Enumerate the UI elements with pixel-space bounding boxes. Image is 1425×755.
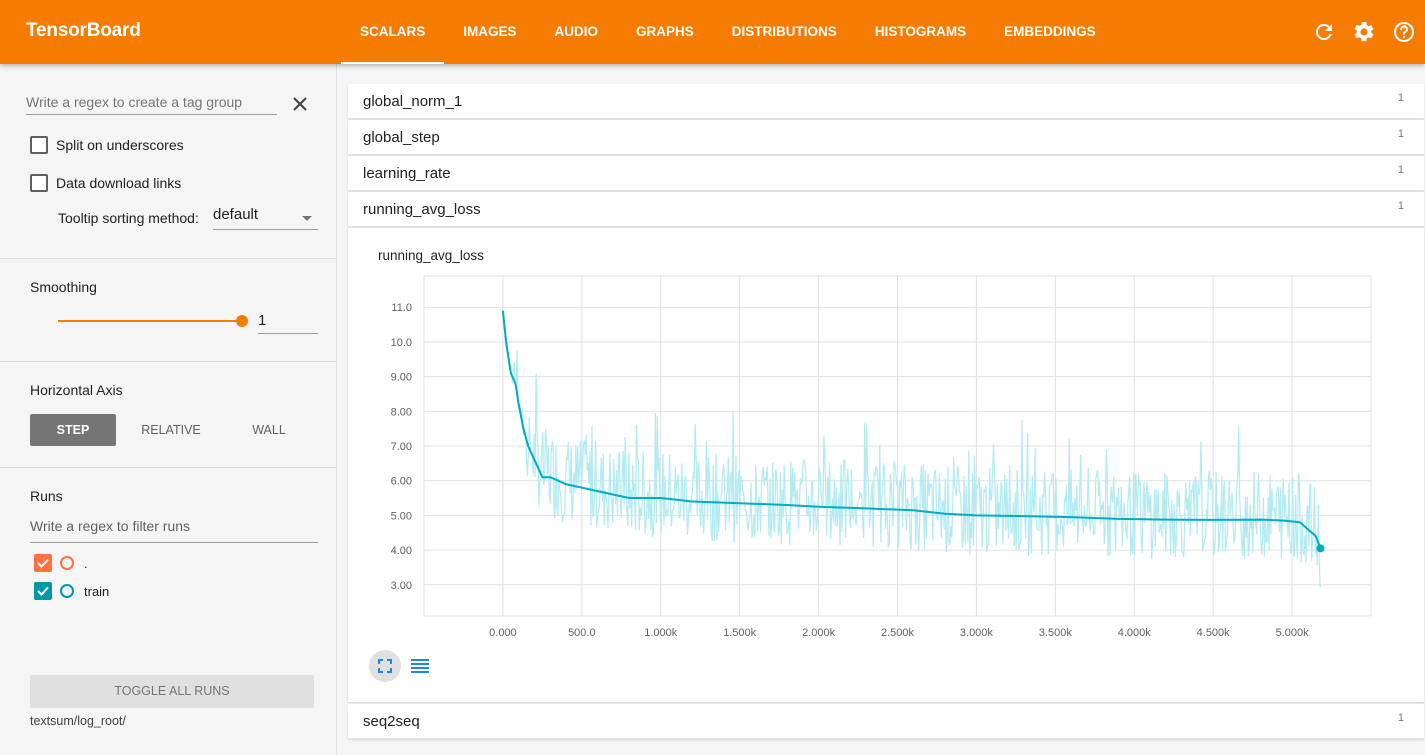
data-download-label: Data download links [56,175,182,191]
help-icon[interactable] [1392,20,1416,44]
x-tick-label: 2.500k [881,627,915,639]
refresh-icon[interactable] [1312,20,1336,44]
x-tick-label: 0.000 [489,627,517,639]
tag-group-name: seq2seq [363,713,420,730]
run-name: . [84,555,88,571]
data-download-row[interactable]: Data download links [30,174,181,192]
dropdown-caret-icon [302,216,312,221]
tag-group-learning-rate[interactable]: learning_rate 1 [348,156,1424,191]
run-color-icon [60,556,74,570]
run-checkbox[interactable] [34,582,52,600]
tag-group-running-avg-loss[interactable]: running_avg_loss 1 [348,192,1424,227]
run-item[interactable]: . [34,554,88,572]
y-tick-label: 8.00 [391,406,412,418]
split-underscores-checkbox[interactable] [30,136,48,154]
smoothing-slider-knob[interactable] [236,315,248,327]
tab-graphs[interactable]: GRAPHS [617,0,713,64]
split-underscores-label: Split on underscores [56,137,184,153]
axis-relative-button[interactable]: RELATIVE [128,414,214,446]
log-directory: textsum/log_root/ [30,714,126,728]
y-tick-label: 7.00 [391,441,412,453]
tooltip-sort-value: default [213,206,259,223]
x-tick-label: 2.000k [802,627,836,639]
tab-embeddings[interactable]: EMBEDDINGS [985,0,1115,64]
tag-group-seq2seq[interactable]: seq2seq 1 [348,704,1424,739]
top-app-bar: TensorBoard SCALARS IMAGES AUDIO GRAPHS … [0,0,1425,64]
tag-group-global-norm[interactable]: global_norm_1 1 [348,84,1424,119]
x-tick-label: 1.000k [644,627,678,639]
tooltip-sort-dropdown[interactable]: default [213,206,318,230]
tag-group-name: global_norm_1 [363,93,463,110]
tooltip-sort-label: Tooltip sorting method: [58,210,199,226]
y-tick-label: 10.0 [391,337,412,349]
data-table-icon[interactable] [404,650,436,682]
x-tick-label: 5.000k [1276,627,1310,639]
tab-histograms[interactable]: HISTOGRAMS [856,0,985,64]
horizontal-axis-title: Horizontal Axis [30,382,123,398]
tab-audio[interactable]: AUDIO [536,0,618,64]
tab-images[interactable]: IMAGES [444,0,535,64]
loss-chart[interactable]: 3.00 4.00 5.00 6.00 7.00 8.00 9.00 10.0 11.0 0.00… [348,266,1424,641]
tag-group-global-step[interactable]: global_step 1 [348,120,1424,155]
tag-group-count: 1 [1397,712,1404,724]
tab-distributions[interactable]: DISTRIBUTIONS [713,0,856,64]
tag-group-count: 1 [1397,200,1404,212]
y-tick-label: 6.00 [391,476,412,488]
run-color-icon [60,584,74,598]
y-tick-label: 11.0 [391,302,412,314]
run-name: train [84,583,110,599]
x-tick-label: 1.500k [723,627,757,639]
tag-group-name: learning_rate [363,165,451,182]
smoothing-title: Smoothing [30,279,97,295]
sidebar: Write a regex to create a tag group Spli… [0,64,337,755]
axis-wall-button[interactable]: WALL [226,414,312,446]
x-tick-label: 500.0 [568,627,596,639]
app-title: TensorBoard [26,20,141,41]
smoothing-slider-track[interactable] [58,320,242,322]
chart-title: running_avg_loss [378,248,484,263]
tag-options-section: Write a regex to create a tag group Spli… [0,64,337,259]
x-tick-label: 4.000k [1118,627,1152,639]
smoothing-value-input[interactable]: 1 [258,310,318,334]
fullscreen-icon[interactable] [369,650,401,682]
data-download-checkbox[interactable] [30,174,48,192]
y-tick-label: 3.00 [391,580,412,592]
tag-group-name: global_step [363,129,440,146]
series-endpoint [1316,544,1325,553]
y-tick-label: 9.00 [391,372,412,384]
run-checkbox[interactable] [34,554,52,572]
runs-title: Runs [30,488,63,504]
x-tick-label: 4.500k [1197,627,1231,639]
tag-group-name: running_avg_loss [363,201,481,218]
scalar-chart-card: running_avg_loss 3.00 4.00 5.00 6.00 7.00 8.0… [348,228,1424,702]
run-item[interactable]: train [34,582,109,600]
tag-group-count: 1 [1397,164,1404,176]
nav-tabs: SCALARS IMAGES AUDIO GRAPHS DISTRIBUTION… [341,0,1115,64]
x-tick-label: 3.000k [960,627,994,639]
close-icon[interactable] [290,94,310,114]
toggle-all-runs-button[interactable]: TOGGLE ALL RUNS [30,675,314,708]
runs-filter-input[interactable]: Write a regex to filter runs [30,518,318,543]
split-underscores-row[interactable]: Split on underscores [30,136,184,154]
y-tick-label: 5.00 [391,510,412,522]
tag-group-count: 1 [1397,128,1404,140]
raw-series-line [502,309,1321,587]
x-tick-label: 3.500k [1039,627,1073,639]
settings-icon[interactable] [1352,20,1376,44]
tab-scalars[interactable]: SCALARS [341,0,445,64]
tag-group-count: 1 [1397,92,1404,104]
y-tick-label: 4.00 [391,545,412,557]
axis-step-button[interactable]: STEP [30,414,116,446]
tag-group-input[interactable]: Write a regex to create a tag group [26,91,277,115]
